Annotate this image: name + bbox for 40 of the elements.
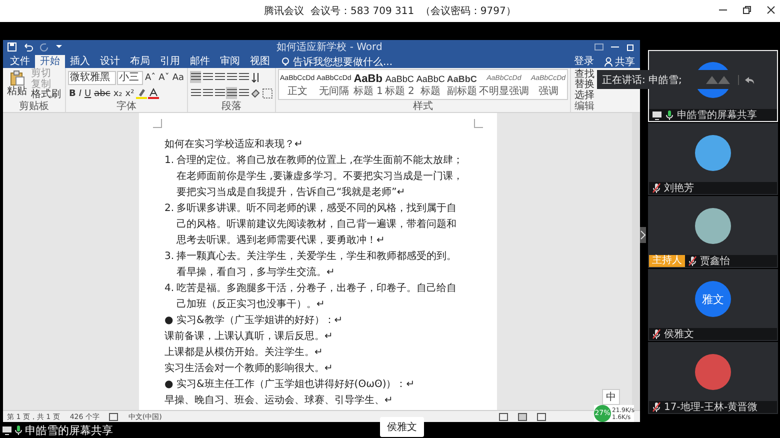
list-marker: 1.: [164, 154, 176, 168]
list-marker: ●: [164, 314, 174, 328]
group-label: 样式: [412, 101, 434, 112]
document-text-line: 在老师面前你是学生 ,要谦虚多学习。不要把实习当成是一门课，: [176, 170, 463, 184]
document-text-line: 吃苦是福。多跑腿多干活，分卷子，出卷子，印卷子。自己给自: [176, 282, 456, 296]
document-title: 如何适应新学校 - Word: [276, 40, 382, 54]
group-label: 编辑: [574, 101, 596, 112]
document-text-line: 实习&教学（广玉学姐讲的好好）：↵: [176, 314, 343, 328]
list-marker: 4.: [164, 282, 176, 296]
participant-name: 贾鑫怡: [700, 254, 730, 268]
list-marker: 3.: [164, 250, 176, 264]
participant-name: 刘艳芳: [664, 182, 694, 195]
document-text-line: 实习生活会对一个教师的影响很大。↵: [164, 362, 333, 376]
list-marker: 2.: [164, 202, 176, 216]
participant-name: 申皓雪的屏幕共享: [677, 108, 757, 122]
group-label: 段落: [220, 101, 243, 112]
group-label: 字体: [116, 101, 138, 112]
document-text-line: 己加班（反正实习也没事干）。↵: [176, 298, 326, 312]
document-text-line: 实习&班主任工作（广玉学姐也讲得好好(ʘωʘ)）：↵: [176, 378, 415, 392]
document-text-line: 捧一颗真心去。关注学生，关爱学生，学生和教师都感受的到。: [176, 250, 456, 264]
screen-share-label: 申皓雪的屏幕共享: [25, 422, 113, 438]
host-badge: 主持人: [649, 255, 685, 267]
meeting-title: 腾讯会议 会议号：583 709 311 （会议密码：9797）: [264, 4, 516, 18]
group-label: 剪贴板: [18, 101, 50, 112]
document-text-line: 要把实习当成是自我提升，告诉自己“我就是老师”↵: [176, 186, 406, 200]
document-text-line: 思考去听课。遇到老师需要代课，要勇敢冲！↵: [176, 234, 386, 248]
initials-avatar: 雅文: [695, 281, 731, 317]
document-text-line: 己的风格。听课前建议先阅读教材，自己背一遍课，带着问题和: [176, 218, 456, 232]
document-text-line: 课前备课，上课认真听，课后反思。↵: [164, 330, 333, 344]
list-marker: ●: [164, 378, 174, 392]
speaking-label: 正在讲话: 申皓雪;: [602, 74, 683, 86]
participant-name: 17-地理-王林-黄晋微: [664, 400, 758, 414]
document-text-line: 如何在实习学校适应和表现？↵: [164, 138, 303, 152]
document-text-line: 上课都是从模仿开始。关注学生。↵: [164, 346, 323, 360]
name-tooltip: 侯雅文: [380, 417, 424, 437]
document-text-line: 看早操，看自习，多与学生交流。↵: [176, 266, 336, 280]
document-text-line: 多听课多讲课。听不同老师的课，感受不同的风格，找到属于自: [176, 202, 456, 216]
document-text-line: 早操、晚自习、班会、运动会、球赛、引导学生、↵: [164, 394, 393, 408]
document-text-line: 合理的定位。将自己放在教师的位置上 ,在学生面前不能太放肆；: [176, 154, 463, 168]
participant-name: 侯雅文: [664, 328, 694, 341]
